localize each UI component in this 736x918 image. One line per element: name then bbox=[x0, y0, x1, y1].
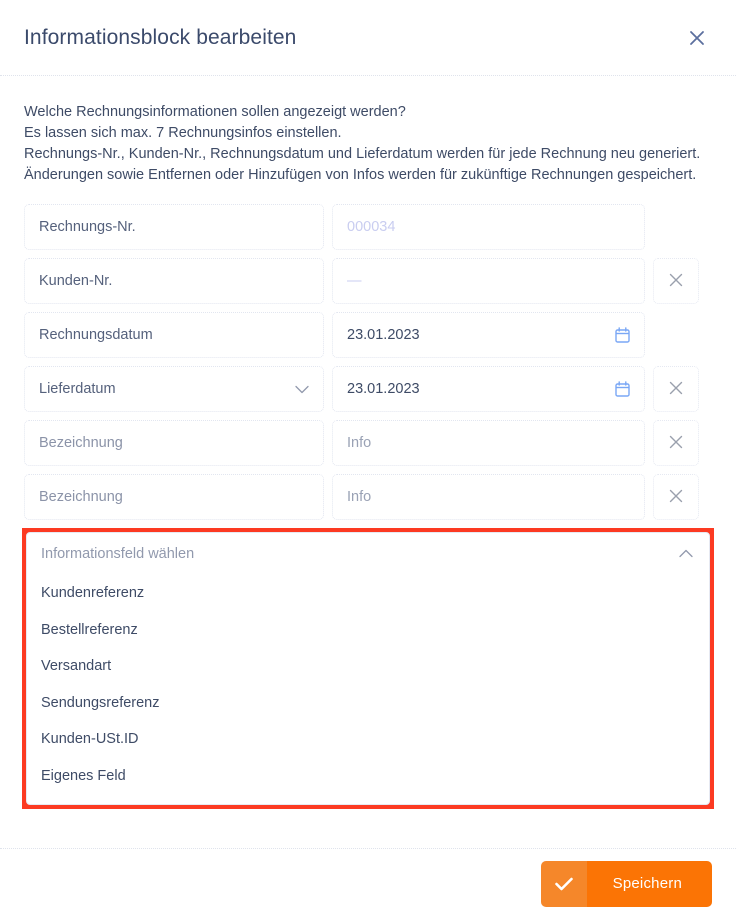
dropdown-option-list: Kundenreferenz Bestellreferenz Versandart S… bbox=[27, 575, 709, 794]
field-label-input-0[interactable]: Rechnungs-Nr. bbox=[24, 204, 324, 250]
dropdown-option[interactable]: Versandart bbox=[27, 648, 709, 685]
field-value-input-5[interactable]: Info bbox=[332, 474, 645, 520]
information-field-dropdown: Informationsfeld wählen Kundenreferenz Be… bbox=[26, 532, 710, 805]
info-field-row: Kunden-Nr. — bbox=[24, 258, 712, 304]
field-label-text: Lieferdatum bbox=[39, 381, 116, 397]
check-icon bbox=[540, 860, 587, 907]
intro-line-1: Welche Rechnungsinformationen sollen ang… bbox=[24, 104, 406, 120]
dropdown-trigger-label: Informationsfeld wählen bbox=[41, 546, 195, 562]
field-value-input-0[interactable]: 000034 bbox=[332, 204, 645, 250]
close-icon bbox=[668, 434, 684, 453]
field-value-input-1[interactable]: — bbox=[332, 258, 645, 304]
field-label-input-5[interactable]: Bezeichnung bbox=[24, 474, 324, 520]
edit-information-block-modal: Informationsblock bearbeiten Welche Rech… bbox=[0, 0, 736, 918]
info-field-rows: Rechnungs-Nr. 000034 Kunden-Nr. — Rechnungsd… bbox=[24, 204, 712, 520]
close-icon bbox=[668, 272, 684, 291]
info-field-row: Bezeichnung Info bbox=[24, 420, 712, 466]
modal-footer: Speichern bbox=[0, 848, 736, 918]
chevron-up-icon bbox=[679, 545, 693, 563]
dropdown-option[interactable]: Eigenes Feld bbox=[27, 758, 709, 795]
modal-header: Informationsblock bearbeiten bbox=[0, 0, 736, 76]
intro-line-2: Es lassen sich max. 7 Rechnungsinfos ein… bbox=[24, 125, 342, 141]
modal-body: Welche Rechnungsinformationen sollen ang… bbox=[0, 76, 736, 848]
remove-field-button-4[interactable] bbox=[653, 420, 699, 466]
dropdown-option[interactable]: Bestellreferenz bbox=[27, 612, 709, 649]
field-label-text: Bezeichnung bbox=[39, 489, 123, 505]
close-button[interactable] bbox=[680, 21, 714, 55]
remove-field-button-3[interactable] bbox=[653, 366, 699, 412]
dropdown-option[interactable]: Kunden-USt.ID bbox=[27, 721, 709, 758]
field-value-text: 23.01.2023 bbox=[347, 381, 420, 397]
calendar-icon[interactable] bbox=[615, 327, 630, 343]
chevron-down-icon[interactable] bbox=[295, 385, 309, 394]
field-label-input-2[interactable]: Rechnungsdatum bbox=[24, 312, 324, 358]
field-label-input-3[interactable]: Lieferdatum bbox=[24, 366, 324, 412]
dropdown-option[interactable]: Kundenreferenz bbox=[27, 575, 709, 612]
close-icon bbox=[668, 380, 684, 399]
remove-field-button-1[interactable] bbox=[653, 258, 699, 304]
field-value-text: 23.01.2023 bbox=[347, 327, 420, 343]
field-label-input-1[interactable]: Kunden-Nr. bbox=[24, 258, 324, 304]
field-label-text: Bezeichnung bbox=[39, 435, 123, 451]
remove-button-spacer bbox=[653, 204, 699, 250]
field-label-text: Rechnungsdatum bbox=[39, 327, 153, 343]
info-field-row: Rechnungs-Nr. 000034 bbox=[24, 204, 712, 250]
field-value-input-4[interactable]: Info bbox=[332, 420, 645, 466]
field-value-text: Info bbox=[347, 435, 372, 451]
field-value-text: 000034 bbox=[347, 219, 396, 235]
field-label-text: Rechnungs-Nr. bbox=[39, 219, 136, 235]
close-icon bbox=[668, 488, 684, 507]
field-label-input-4[interactable]: Bezeichnung bbox=[24, 420, 324, 466]
remove-field-button-5[interactable] bbox=[653, 474, 699, 520]
close-icon bbox=[688, 29, 706, 47]
field-value-input-2[interactable]: 23.01.2023 bbox=[332, 312, 645, 358]
info-field-row: Rechnungsdatum 23.01.2023 bbox=[24, 312, 712, 358]
field-value-text: — bbox=[347, 273, 362, 289]
page-title: Informationsblock bearbeiten bbox=[24, 25, 297, 49]
dropdown-trigger[interactable]: Informationsfeld wählen bbox=[27, 533, 709, 575]
info-field-row: Lieferdatum 23.01.2023 bbox=[24, 366, 712, 412]
intro-text: Welche Rechnungsinformationen sollen ang… bbox=[24, 102, 712, 186]
calendar-icon[interactable] bbox=[615, 381, 630, 397]
highlight-box: Informationsfeld wählen Kundenreferenz Be… bbox=[22, 528, 714, 809]
field-value-input-3[interactable]: 23.01.2023 bbox=[332, 366, 645, 412]
intro-line-3: Rechnungs-Nr., Kunden-Nr., Rechnungsdatu… bbox=[24, 146, 701, 162]
remove-button-spacer bbox=[653, 312, 699, 358]
save-button-label: Speichern bbox=[586, 860, 712, 907]
intro-line-4: Änderungen sowie Entfernen oder Hinzufüg… bbox=[24, 167, 697, 183]
info-field-row: Bezeichnung Info bbox=[24, 474, 712, 520]
save-button[interactable]: Speichern bbox=[540, 860, 712, 907]
dropdown-option[interactable]: Sendungsreferenz bbox=[27, 685, 709, 722]
field-value-text: Info bbox=[347, 489, 372, 505]
field-label-text: Kunden-Nr. bbox=[39, 273, 113, 289]
